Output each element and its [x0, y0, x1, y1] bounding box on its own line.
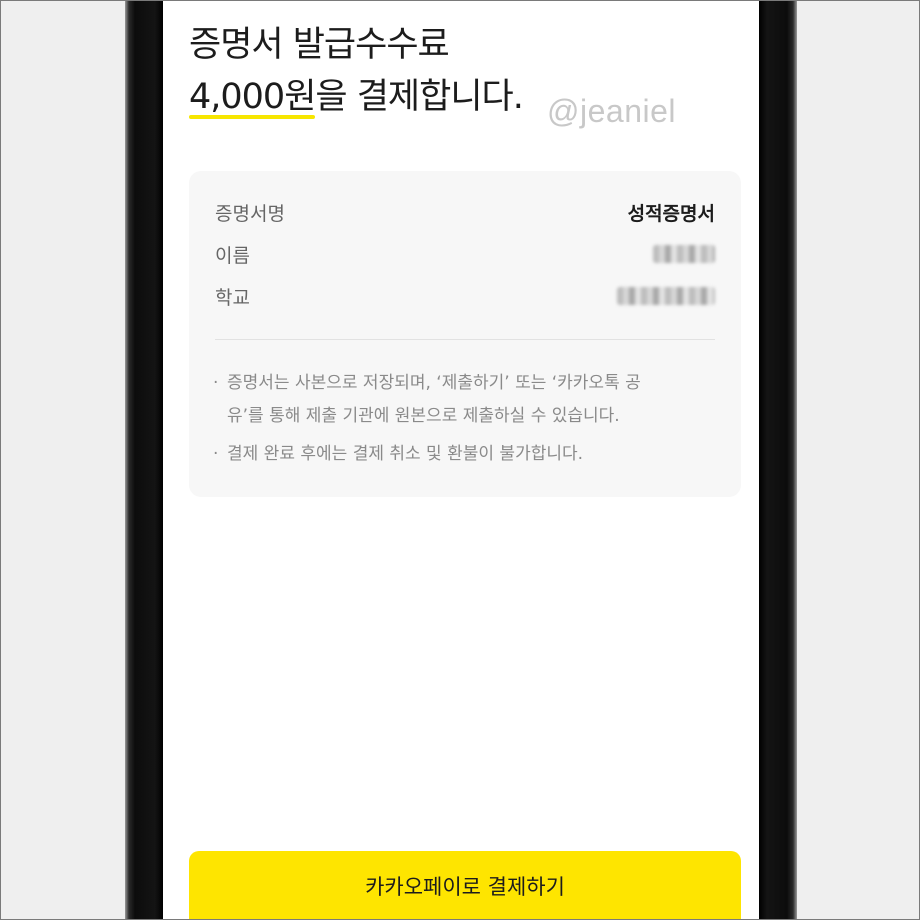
title-line-2-rest: 을 결제합니다.	[315, 77, 523, 117]
divider	[215, 339, 715, 340]
title-line-1: 증명서 발급수수료	[189, 25, 450, 65]
notice-line: · 결제 완료 후에는 결제 취소 및 환불이 불가합니다.	[213, 444, 584, 464]
detail-label: 학교	[215, 287, 250, 309]
notice-item: · 증명서는 사본으로 저장되며, ‘제출하기’ 또는 ‘카카오톡 공 유’를 통…	[213, 367, 715, 433]
title-line-2: 4,000원을 결제합니다.	[189, 71, 524, 123]
detail-row-school: 학교	[215, 283, 715, 313]
phone-bezel-right	[759, 1, 797, 919]
payment-amount: 4,000원	[189, 71, 316, 123]
screenshot-frame: 증명서 발급수수료 4,000원을 결제합니다. @jeaniel 증명서명 성…	[0, 0, 920, 920]
phone-bezel-left	[125, 1, 163, 919]
notice-text: 증명서는 사본으로 저장되며, ‘제출하기’ 또는 ‘카카오톡 공	[227, 373, 641, 393]
phone-screen: 증명서 발급수수료 4,000원을 결제합니다. @jeaniel 증명서명 성…	[163, 1, 759, 919]
notice-item: · 결제 완료 후에는 결제 취소 및 환불이 불가합니다.	[213, 438, 715, 471]
detail-row-certificate-name: 증명서명 성적증명서	[215, 199, 715, 229]
page-title: 증명서 발급수수료 4,000원을 결제합니다.	[189, 19, 524, 123]
detail-value: 성적증명서	[627, 203, 715, 225]
kakaopay-pay-button[interactable]: 카카오페이로 결제하기	[189, 851, 741, 919]
redacted-school	[617, 287, 715, 305]
notice-text: 유’를 통해 제출 기관에 원본으로 제출하실 수 있습니다.	[227, 406, 620, 426]
detail-label: 이름	[215, 245, 250, 267]
redacted-name	[653, 245, 715, 263]
watermark: @jeaniel	[547, 93, 676, 129]
detail-row-name: 이름	[215, 241, 715, 271]
detail-label: 증명서명	[215, 203, 285, 225]
notice-text: 결제 완료 후에는 결제 취소 및 환불이 불가합니다.	[227, 444, 584, 464]
certificate-details-card: 증명서명 성적증명서 이름 학교 · 증명서는 사본으로 저장되며, ‘제출하기’…	[189, 171, 741, 497]
notice-line: · 증명서는 사본으로 저장되며, ‘제출하기’ 또는 ‘카카오톡 공	[213, 373, 641, 393]
notice-line: 유’를 통해 제출 기관에 원본으로 제출하실 수 있습니다.	[213, 400, 715, 433]
